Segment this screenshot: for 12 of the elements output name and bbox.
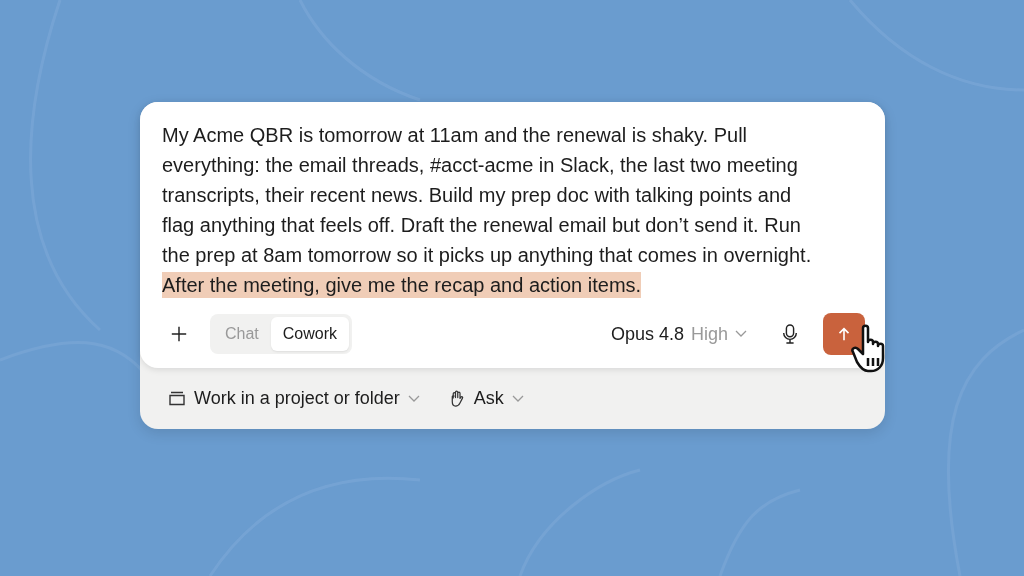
chevron-icon [735,330,747,338]
plus-icon[interactable] [170,325,188,343]
prompt-text[interactable]: My Acme QBR is tomorrow at 11am and the renewal is shaky. Pull everything: the email threads, #acct-acme in Slack, the last two meeting transcripts, their recent news. Build my prep doc with talking points and flag anything that feels off. Draft the renewal email but don’t send it. Run the prep at 8am tomorrow so it picks up anything that comes in overnight. After the meeting, give me the recap and action items. [162,120,817,300]
folder-icon [168,390,186,407]
send-button[interactable] [823,313,865,355]
project-selector[interactable]: Work in a project or folder [168,388,420,409]
mode-tab[interactable]: Cowork [270,317,350,351]
model-selector[interactable]: Opus 4.8 High [606,319,751,349]
chevron-icon [511,394,524,403]
permission-selector[interactable]: Ask [447,388,524,409]
microphone-icon[interactable] [781,323,799,345]
chevron-icon [407,394,420,403]
